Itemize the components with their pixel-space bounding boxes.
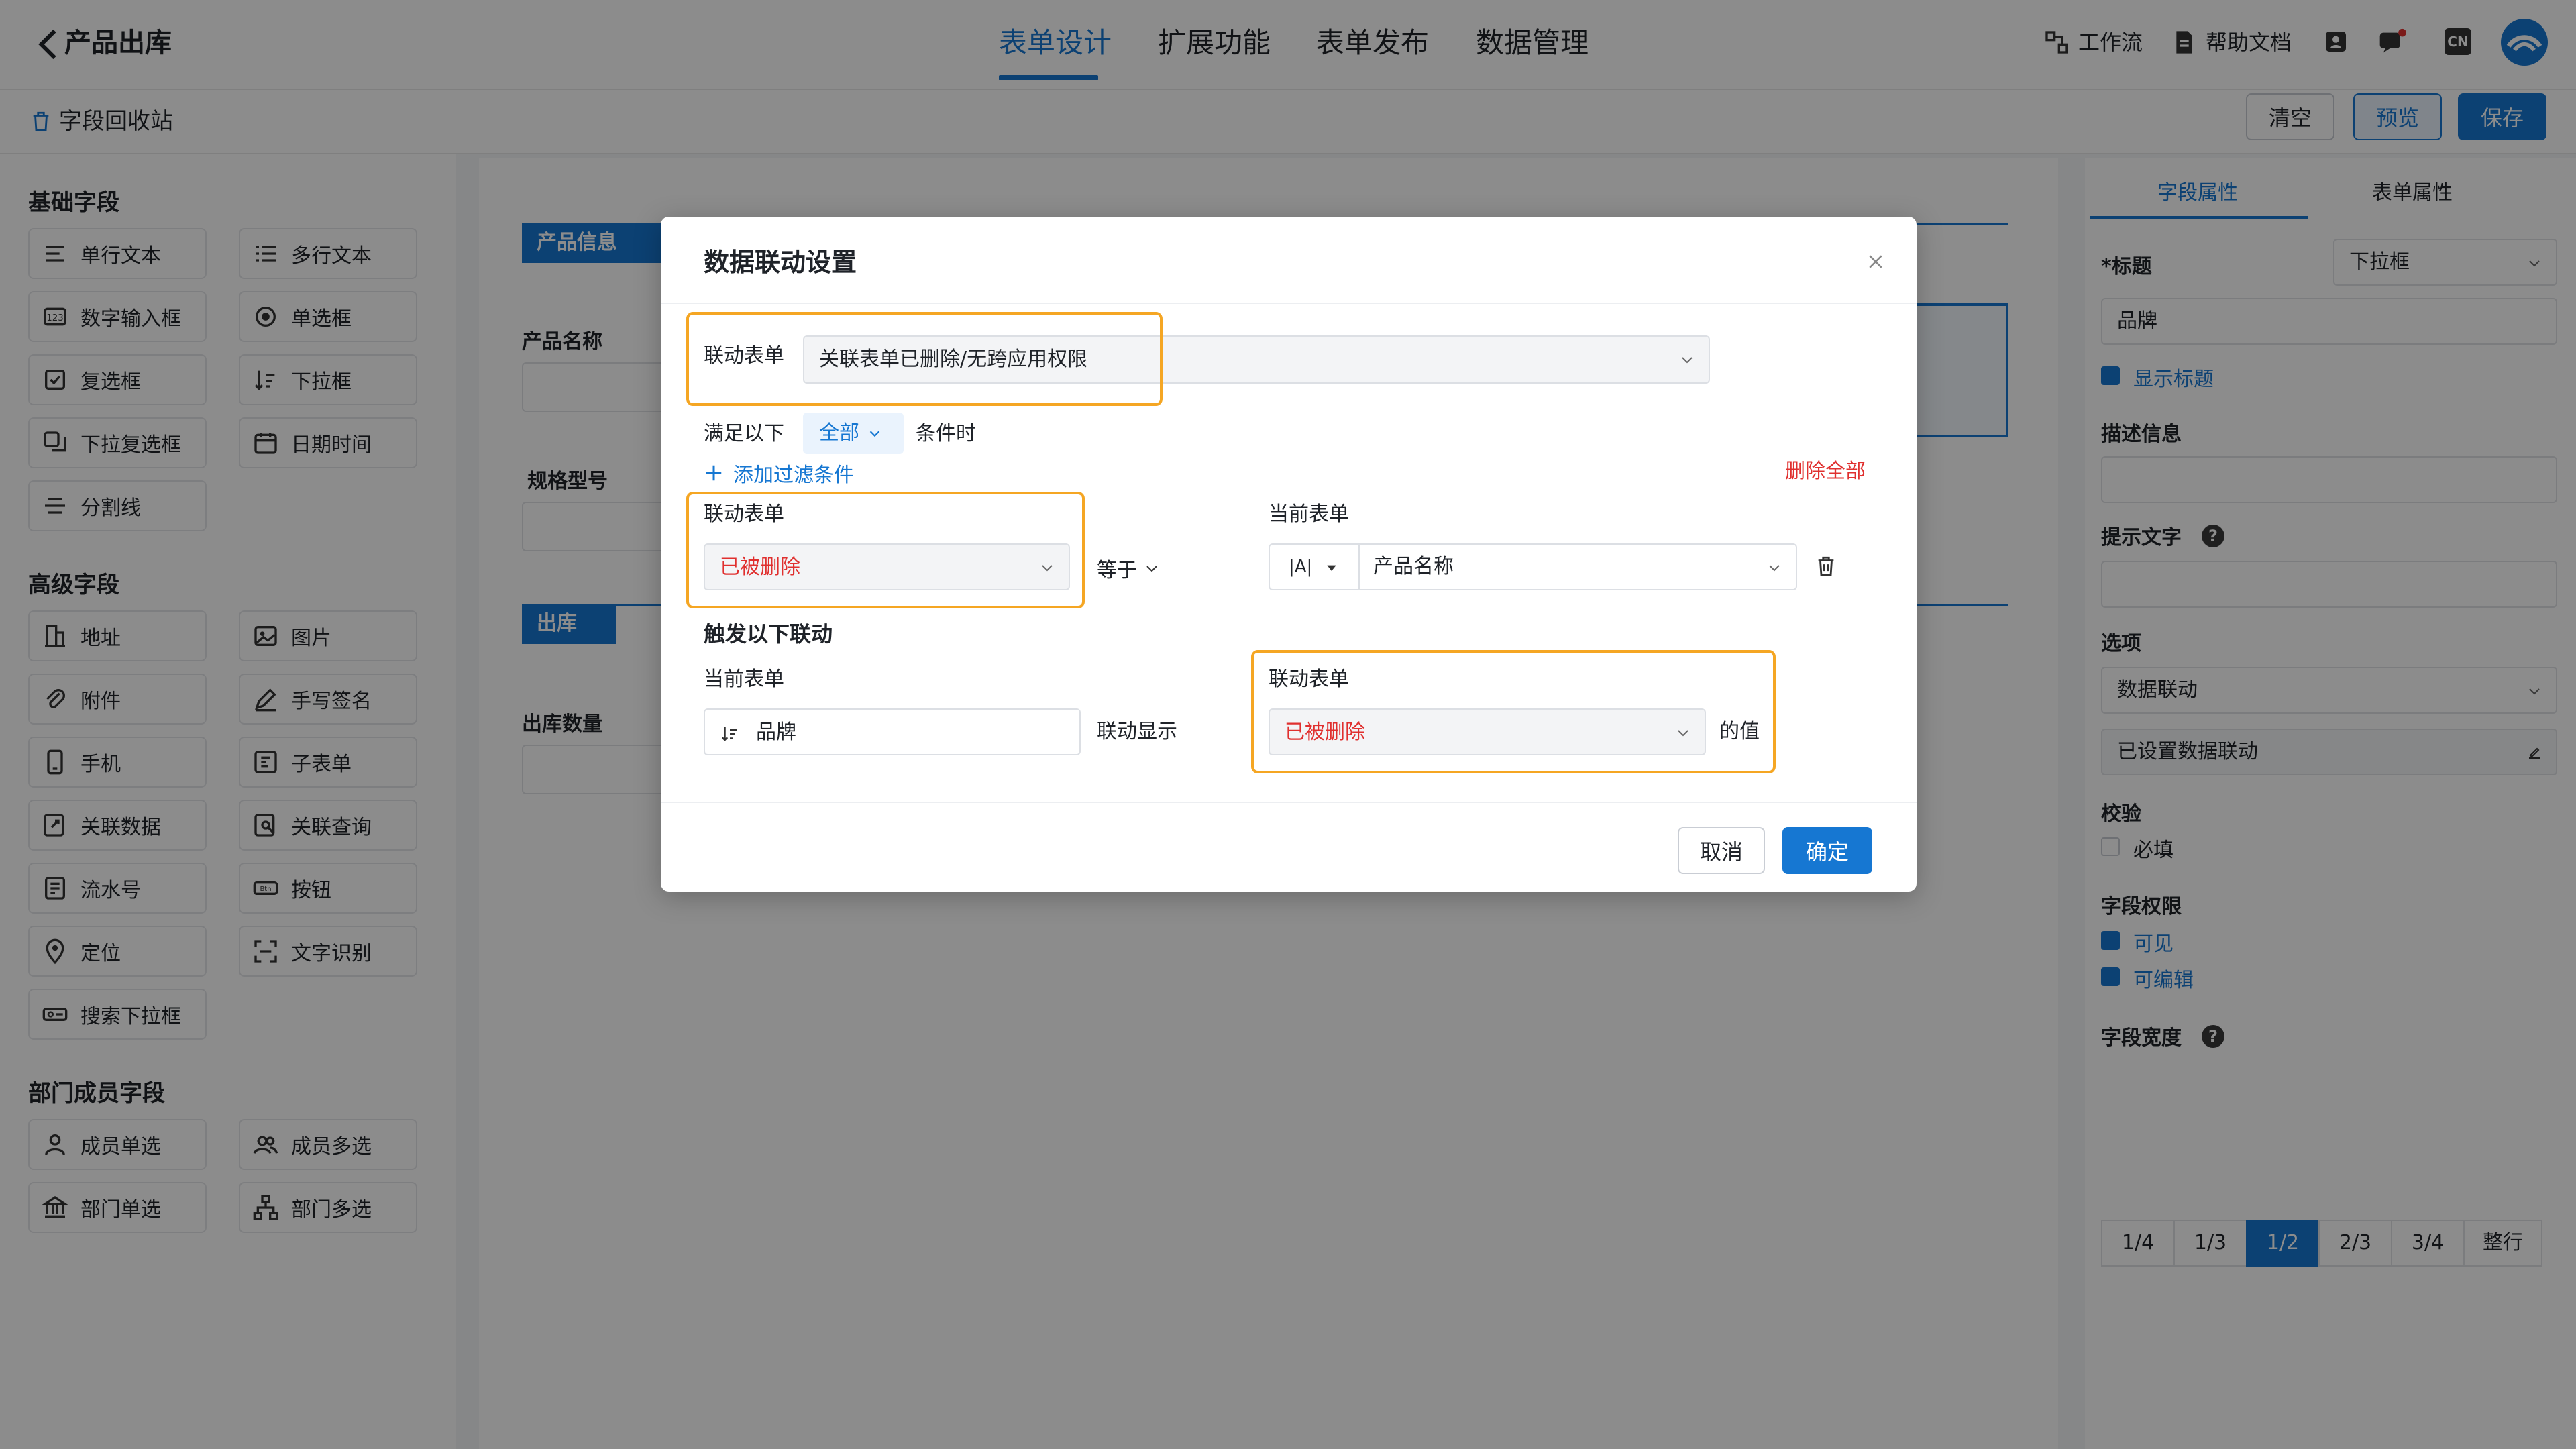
highlight-trigger-linked	[1251, 650, 1776, 773]
chevron-down-icon	[1682, 357, 1693, 364]
add-filter-button[interactable]: 添加过滤条件	[704, 458, 854, 488]
condition-mode-select[interactable]: 全部	[803, 413, 904, 454]
sort-list-icon	[721, 727, 737, 741]
chevron-down-icon	[869, 431, 880, 437]
highlight-filter-left	[686, 492, 1085, 608]
operator-value: 等于	[1097, 559, 1137, 582]
caret-down-icon	[1327, 565, 1336, 571]
cancel-button[interactable]: 取消	[1678, 827, 1765, 874]
filter-right-select[interactable]: 产品名称	[1358, 543, 1797, 590]
data-linkage-dialog: 数据联动设置 联动表单 关联表单已删除/无跨应用权限 满足以下 全部 条件时 添…	[661, 217, 1917, 892]
trigger-title: 触发以下联动	[704, 621, 833, 647]
trigger-current-select[interactable]: 品牌	[704, 708, 1081, 755]
condition-suffix: 条件时	[916, 422, 976, 445]
condition-prefix: 满足以下	[704, 422, 784, 445]
dialog-title: 数据联动设置	[704, 248, 857, 277]
dialog-footer-divider	[661, 802, 1917, 803]
filter-right-label: 当前表单	[1269, 502, 1349, 526]
operator-select[interactable]: 等于	[1097, 553, 1160, 583]
value-type-value: |A|	[1289, 557, 1313, 577]
delete-all-button[interactable]: 删除全部	[1785, 457, 1866, 486]
plus-icon	[706, 465, 722, 481]
filter-right-value: 产品名称	[1373, 555, 1454, 578]
close-icon[interactable]	[1866, 252, 1886, 272]
trigger-current-value: 品牌	[756, 720, 796, 744]
condition-mode-value: 全部	[819, 421, 859, 445]
confirm-button[interactable]: 确定	[1782, 827, 1872, 874]
delete-icon[interactable]	[1815, 555, 1837, 578]
value-type-select[interactable]: |A|	[1269, 543, 1360, 590]
linkage-display-text: 联动显示	[1097, 720, 1177, 743]
chevron-down-icon	[1146, 566, 1157, 572]
trigger-current-label: 当前表单	[704, 667, 784, 691]
highlight-linked-form	[686, 312, 1163, 406]
chevron-down-icon	[1769, 565, 1780, 572]
dialog-header-divider	[661, 303, 1917, 304]
add-filter-label: 添加过滤条件	[733, 464, 854, 487]
